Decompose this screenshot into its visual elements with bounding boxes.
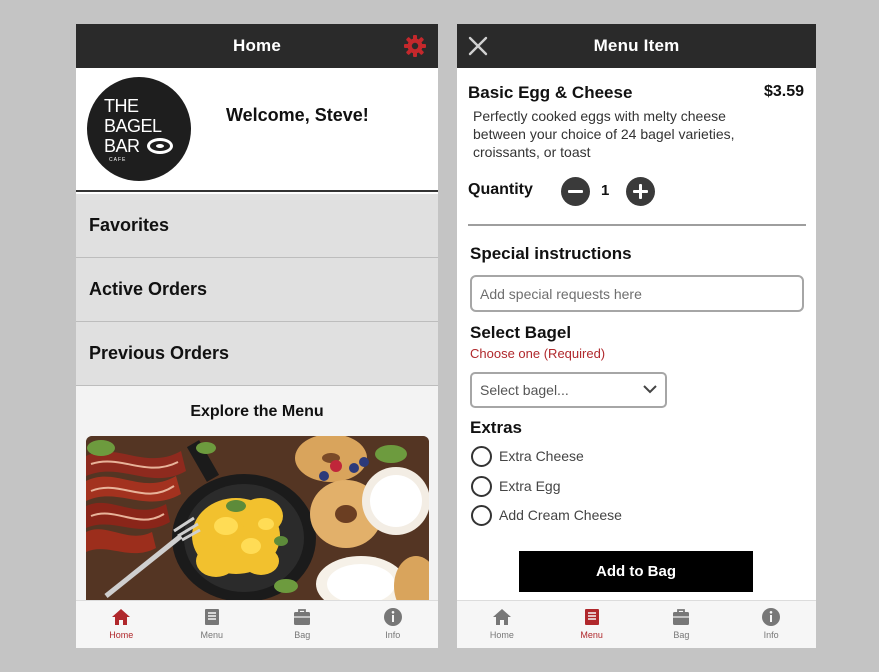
extra-option-egg[interactable]: Extra Egg	[471, 475, 560, 497]
item-name: Basic Egg & Cheese	[468, 83, 633, 102]
tab-home-label: Home	[489, 630, 514, 640]
bagel-bar-logo: THE BAGEL BAR CAFE	[87, 77, 191, 181]
logo-line-2: BAGEL	[104, 116, 162, 136]
welcome-message: Welcome, Steve!	[226, 105, 369, 125]
item-price: $3.59	[763, 83, 804, 100]
special-instructions-input[interactable]	[470, 275, 804, 312]
home-icon	[492, 609, 511, 625]
menu-item-title: Menu Item	[593, 36, 680, 55]
tab-info[interactable]: Info	[348, 601, 439, 648]
explore-menu-section: Explore the Menu	[76, 386, 438, 602]
extra-option-label: Extra Egg	[499, 478, 561, 494]
menu-item-header: Menu Item	[457, 24, 816, 68]
breakfast-photo[interactable]	[86, 436, 429, 602]
special-instructions-label: Special instructions	[470, 244, 632, 263]
tab-menu[interactable]: Menu	[547, 601, 637, 648]
quantity-value: 1	[601, 182, 610, 199]
gear-icon[interactable]	[403, 34, 427, 58]
home-screen: Home THE BAGEL BAR CAFE Welcome, Steve! …	[76, 24, 438, 648]
tab-bag-label: Bag	[673, 630, 690, 640]
tab-info[interactable]: Info	[726, 601, 816, 648]
logo-line-4: CAFE	[109, 157, 127, 163]
tab-menu[interactable]: Menu	[167, 601, 258, 648]
home-title: Home	[232, 36, 282, 55]
menu-tab-bar: Home Menu Bag Info	[457, 600, 816, 648]
item-description: Perfectly cooked eggs with melty cheese …	[473, 108, 735, 160]
previous-orders-button[interactable]: Previous Orders	[76, 322, 438, 386]
menu-item-screen: Menu Item Basic Egg & Cheese $3.59 Perfe…	[457, 24, 816, 648]
chevron-down-icon	[643, 385, 657, 394]
logo-line-1: THE	[104, 96, 139, 116]
bag-icon	[294, 609, 311, 625]
home-header: Home	[76, 24, 438, 68]
extra-option-label: Extra Cheese	[499, 448, 584, 464]
radio-button[interactable]	[471, 475, 492, 497]
logo-line-3: BAR	[104, 136, 140, 156]
quantity-decrease-button[interactable]	[561, 177, 590, 206]
bag-icon	[673, 609, 690, 625]
breakfast-illustration	[86, 436, 429, 602]
quantity-increase-button[interactable]	[626, 177, 655, 206]
extra-option-label: Add Cream Cheese	[499, 507, 622, 523]
tab-info-label: Info	[385, 630, 401, 640]
home-icon	[112, 609, 131, 625]
info-icon	[762, 608, 781, 626]
divider	[468, 224, 806, 226]
welcome-section: THE BAGEL BAR CAFE Welcome, Steve!	[76, 68, 438, 192]
tab-home[interactable]: Home	[76, 601, 167, 648]
close-icon[interactable]	[467, 35, 489, 57]
tab-home[interactable]: Home	[457, 601, 547, 648]
extra-option-cream-cheese[interactable]: Add Cream Cheese	[471, 504, 622, 526]
tab-bag-label: Bag	[294, 630, 311, 640]
bagel-select-value: Select bagel...	[480, 382, 569, 398]
explore-menu-title: Explore the Menu	[190, 403, 324, 420]
home-tab-bar: Home Menu Bag Info	[76, 600, 438, 648]
tab-info-label: Info	[763, 630, 779, 640]
favorites-button[interactable]: Favorites	[76, 194, 438, 258]
add-to-bag-button[interactable]: Add to Bag	[519, 551, 753, 592]
tab-menu-label: Menu	[580, 630, 603, 640]
radio-button[interactable]	[471, 504, 492, 526]
info-icon	[383, 608, 402, 626]
tab-menu-label: Menu	[200, 630, 223, 640]
bagel-hole-icon	[156, 144, 164, 148]
extras-label: Extras	[470, 418, 522, 437]
radio-button[interactable]	[471, 445, 492, 467]
bagel-select[interactable]: Select bagel...	[470, 372, 667, 408]
menu-icon	[584, 609, 599, 625]
select-bagel-label: Select Bagel	[470, 323, 572, 342]
menu-icon	[204, 609, 219, 625]
active-orders-button[interactable]: Active Orders	[76, 258, 438, 322]
tab-bag[interactable]: Bag	[257, 601, 348, 648]
tab-home-label: Home	[109, 630, 134, 640]
extra-option-cheese[interactable]: Extra Cheese	[471, 445, 584, 467]
bagel-required-note: Choose one (Required)	[470, 346, 606, 361]
tab-bag[interactable]: Bag	[637, 601, 727, 648]
quantity-label: Quantity	[468, 181, 533, 198]
